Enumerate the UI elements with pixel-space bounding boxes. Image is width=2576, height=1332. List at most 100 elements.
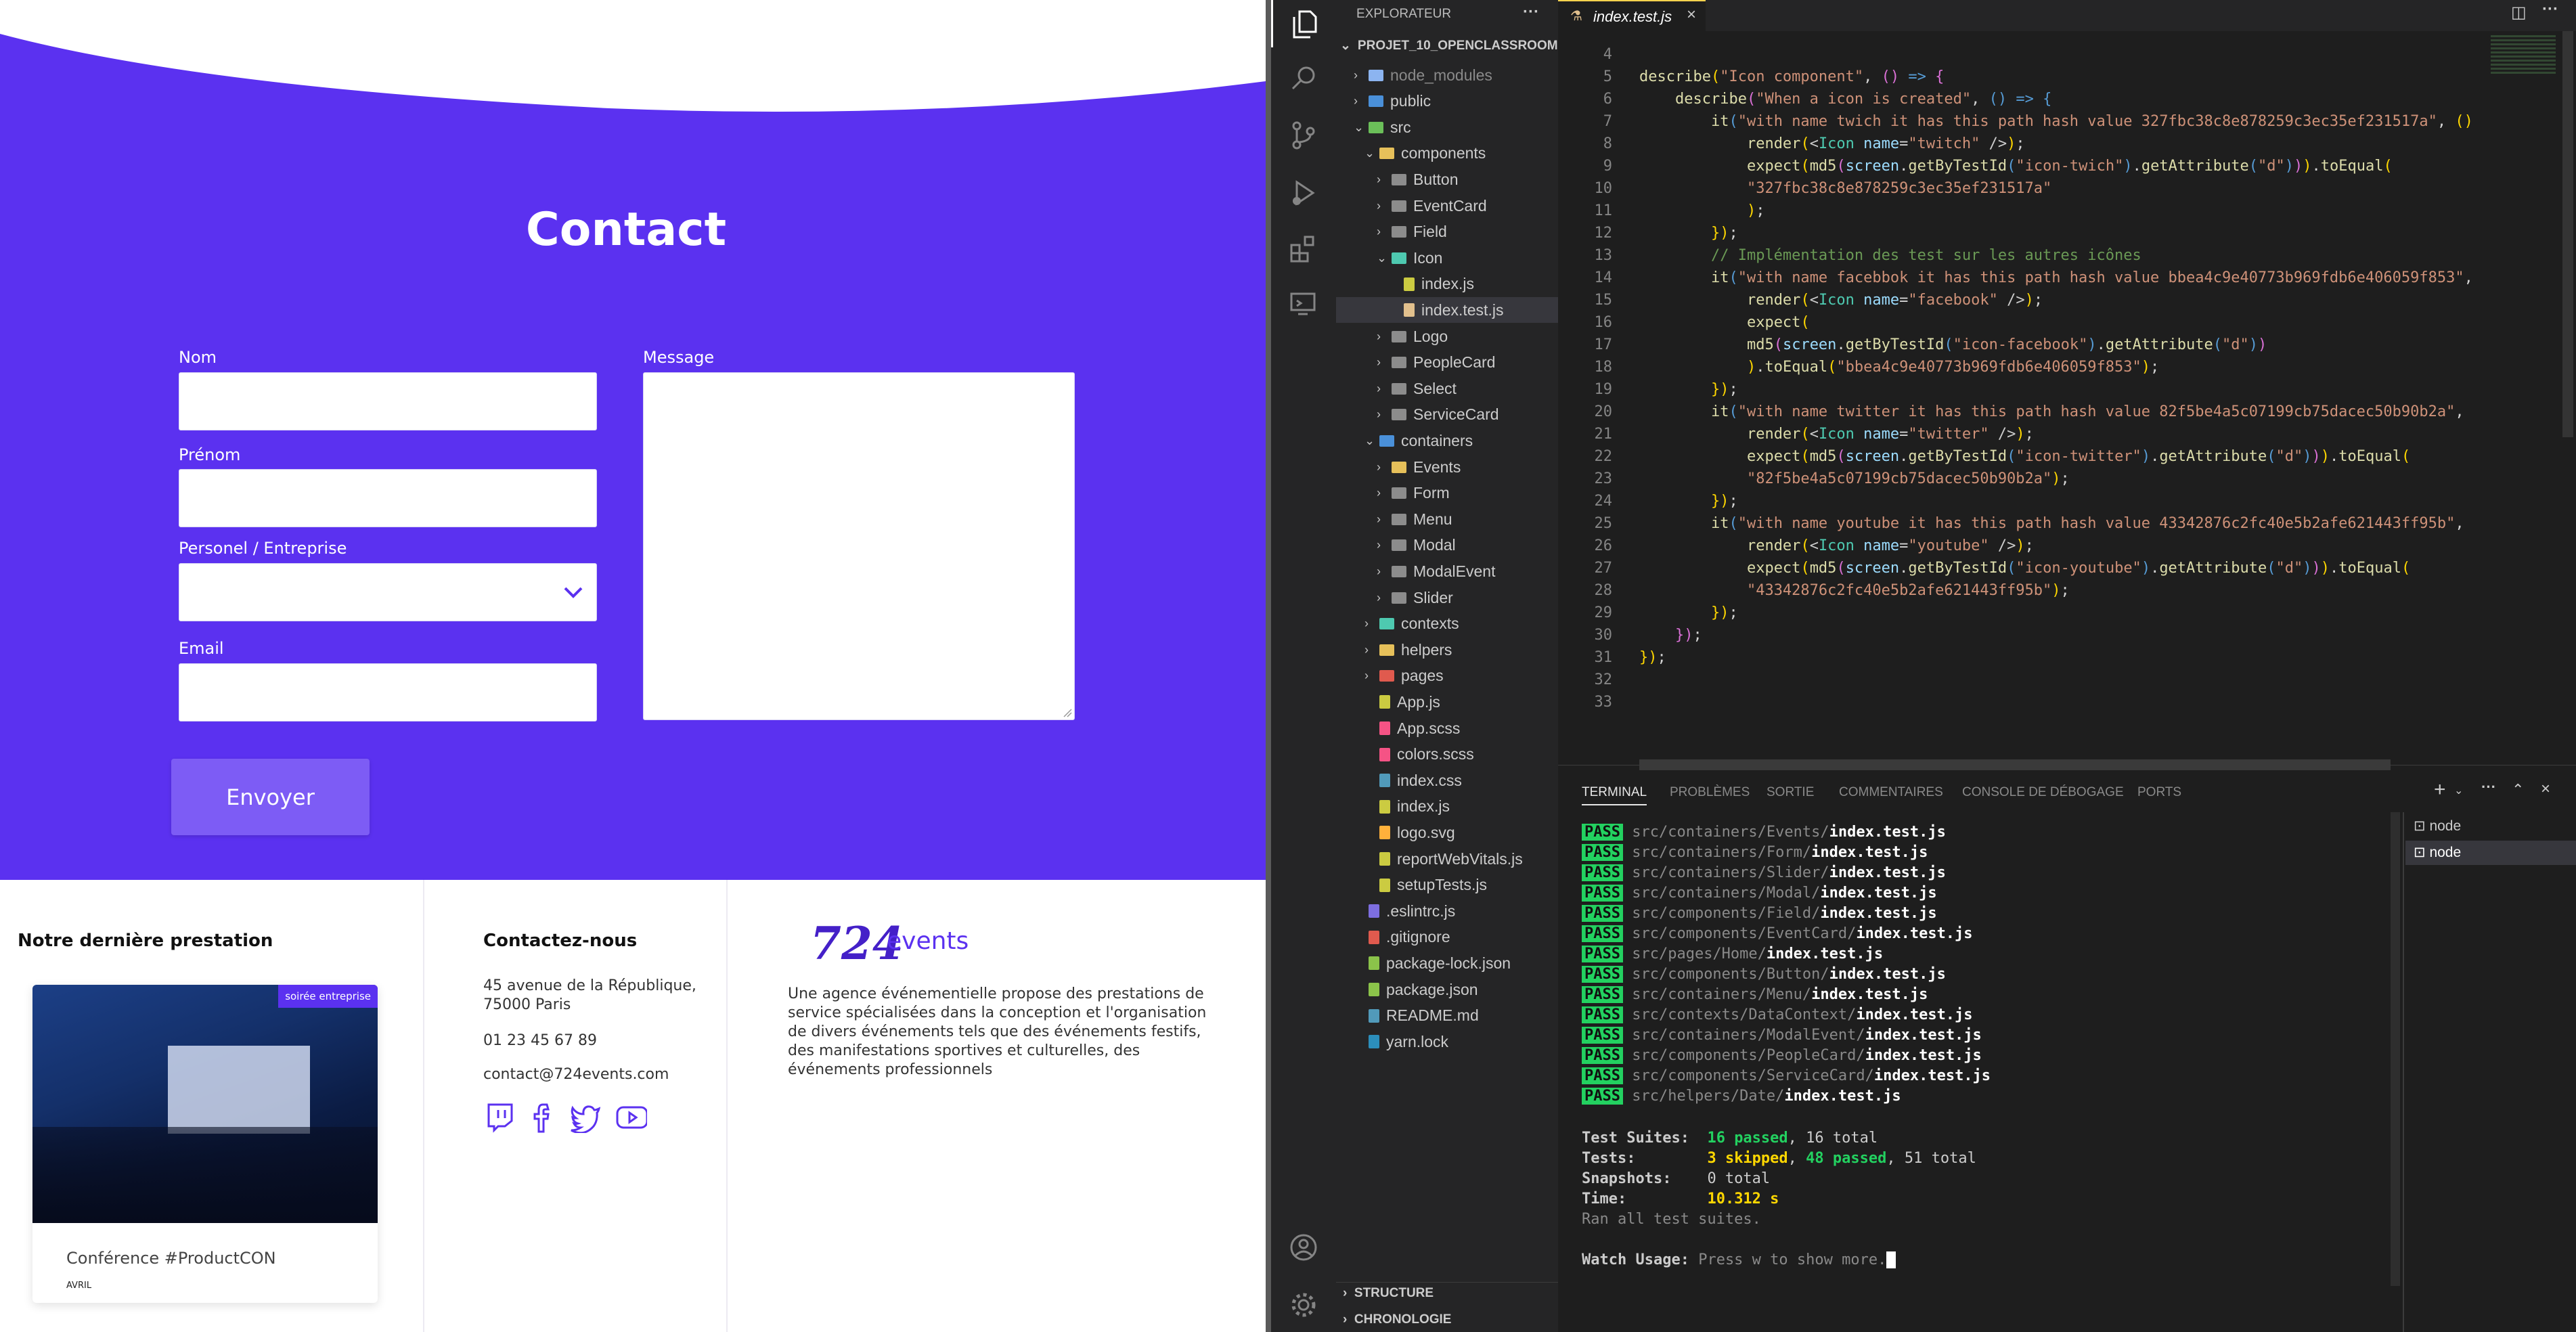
tree-item[interactable]: › Slider	[1377, 585, 1453, 610]
nom-input[interactable]	[179, 372, 597, 430]
tree-item[interactable]: › Field	[1377, 219, 1447, 245]
search-activity[interactable]	[1271, 54, 1336, 102]
tests-total: , 51 total	[1886, 1150, 1976, 1167]
chevron-down-icon[interactable]: ⌄	[2454, 784, 2463, 797]
structure-section[interactable]: › STRUCTURE	[1343, 1286, 1434, 1301]
email-input[interactable]	[179, 663, 597, 722]
summary-label: Tests:	[1582, 1150, 1636, 1167]
tree-item[interactable]: reportWebVitals.js	[1364, 846, 1523, 872]
terminal-scrollbar[interactable]	[2391, 812, 2400, 1286]
youtube-icon[interactable]	[615, 1102, 647, 1133]
tree-item[interactable]: index.test.js	[1389, 297, 1503, 323]
close-icon[interactable]: ×	[1687, 5, 1696, 24]
tab-terminal[interactable]: TERMINAL	[1582, 785, 1647, 805]
tree-item[interactable]: › Modal	[1377, 533, 1456, 558]
tree-item[interactable]: › PeopleCard	[1377, 350, 1495, 376]
remote-activity[interactable]	[1271, 281, 1336, 328]
minimap[interactable]	[2491, 35, 2556, 76]
manage-activity[interactable]	[1271, 1281, 1336, 1329]
extensions-activity[interactable]	[1271, 225, 1336, 273]
line-number: 20	[1594, 403, 1613, 420]
tree-item[interactable]: ⌄ Icon	[1377, 245, 1442, 271]
editor-tab[interactable]: ⚗ index.test.js ×	[1558, 0, 1706, 31]
chevron-right-icon: ›	[1364, 642, 1369, 657]
tree-item[interactable]: index.js	[1364, 794, 1450, 820]
prenom-input[interactable]	[179, 469, 597, 527]
twitter-icon[interactable]	[569, 1102, 600, 1133]
split-editor-icon[interactable]: ◫	[2511, 3, 2527, 22]
code-line: expect(	[1746, 314, 1810, 331]
tree-item[interactable]: colors.scss	[1364, 742, 1474, 768]
tree-item[interactable]: › Menu	[1377, 506, 1452, 532]
files-icon	[1293, 10, 1316, 39]
tree-item[interactable]: ⌄ src	[1354, 114, 1411, 140]
panel-more-icon[interactable]: ···	[2481, 778, 2496, 796]
facebook-icon[interactable]	[529, 1102, 555, 1133]
tab-debug-console[interactable]: CONSOLE DE DÉBOGAGE	[1962, 785, 2124, 800]
tree-item[interactable]: › contexts	[1364, 611, 1459, 637]
tree-item[interactable]: ⌄ containers	[1364, 428, 1473, 453]
message-textarea[interactable]	[643, 372, 1075, 720]
submit-button[interactable]: Envoyer	[171, 759, 370, 835]
tree-item[interactable]: yarn.lock	[1354, 1029, 1448, 1054]
tab-problems[interactable]: PROBLÈMES	[1670, 785, 1750, 800]
tree-item[interactable]: › EventCard	[1377, 193, 1487, 219]
tree-item[interactable]: › Select	[1377, 376, 1457, 401]
tree-item[interactable]: App.scss	[1364, 715, 1460, 741]
maximize-panel-icon[interactable]: ⌃	[2512, 781, 2524, 799]
description-line: événements professionnels	[788, 1061, 993, 1078]
project-root[interactable]: ⌄ PROJET_10_OPENCLASSROOM...	[1340, 38, 1568, 53]
tree-item[interactable]: › helpers	[1364, 637, 1452, 663]
summary-label: Time:	[1582, 1191, 1627, 1207]
tree-item[interactable]: .gitignore	[1354, 925, 1450, 950]
tree-item[interactable]: package-lock.json	[1354, 950, 1511, 976]
tree-item[interactable]: index.js	[1389, 271, 1474, 297]
timeline-label: CHRONOLOGIE	[1354, 1312, 1452, 1327]
tree-item-label: logo.svg	[1397, 823, 1455, 841]
event-card[interactable]: soirée entreprise Conférence #ProductCON…	[32, 985, 378, 1303]
scm-activity[interactable]	[1271, 112, 1336, 159]
top-wave-shape	[0, 0, 1266, 112]
tree-item[interactable]: › pages	[1364, 663, 1444, 689]
type-select[interactable]	[179, 563, 597, 621]
tree-item[interactable]: › public	[1354, 89, 1431, 114]
chevron-right-icon: ›	[1364, 617, 1369, 631]
explorer-activity[interactable]	[1271, 0, 1336, 47]
tree-item[interactable]: › ModalEvent	[1377, 558, 1495, 584]
tree-item[interactable]: › Logo	[1377, 324, 1448, 349]
tree-item[interactable]: index.css	[1364, 768, 1462, 793]
tree-item[interactable]: setupTests.js	[1364, 872, 1487, 898]
test-result-line: PASS src/components/EventCard/index.test…	[1582, 925, 1973, 942]
tree-item[interactable]: logo.svg	[1364, 820, 1455, 845]
tree-item[interactable]: .eslintrc.js	[1354, 898, 1455, 924]
contact-email-link[interactable]: contact@724events.com	[483, 1065, 669, 1084]
tab-output[interactable]: SORTIE	[1767, 785, 1814, 800]
terminal-instance[interactable]: ⊡ node	[2414, 818, 2461, 835]
editor-more-icon[interactable]: ···	[2542, 0, 2558, 19]
timeline-section[interactable]: › CHRONOLOGIE	[1343, 1312, 1451, 1327]
tab-comments[interactable]: COMMENTAIRES	[1839, 785, 1943, 800]
tree-item-label: package-lock.json	[1386, 954, 1511, 972]
audience-shape	[32, 1127, 378, 1223]
test-result-line: PASS src/components/ServiceCard/index.te…	[1582, 1067, 1991, 1084]
twitch-icon[interactable]	[485, 1102, 514, 1133]
tree-item[interactable]: › Events	[1377, 454, 1461, 480]
tree-item[interactable]: ⌄ components	[1364, 141, 1486, 166]
tree-item[interactable]: package.json	[1354, 977, 1478, 1002]
close-panel-icon[interactable]: ×	[2541, 780, 2550, 799]
new-terminal-icon[interactable]: +	[2434, 778, 2446, 801]
editor-scrollbar[interactable]	[2562, 31, 2573, 437]
tree-item[interactable]: › Form	[1377, 481, 1450, 506]
editor-horizontal-scrollbar[interactable]	[1639, 759, 2391, 770]
tab-ports[interactable]: PORTS	[2137, 785, 2181, 800]
tree-item[interactable]: App.js	[1364, 689, 1440, 715]
terminal-instance[interactable]: ⊡ node	[2414, 844, 2461, 861]
debug-activity[interactable]	[1271, 169, 1336, 217]
accounts-activity[interactable]	[1271, 1224, 1336, 1271]
tree-item[interactable]: › node_modules	[1354, 62, 1492, 88]
resize-handle-icon	[1063, 709, 1072, 717]
tree-item[interactable]: README.md	[1354, 1003, 1479, 1029]
tree-item[interactable]: › Button	[1377, 166, 1459, 192]
tree-item[interactable]: › ServiceCard	[1377, 402, 1499, 428]
more-actions-icon[interactable]: ···	[1523, 3, 1539, 22]
